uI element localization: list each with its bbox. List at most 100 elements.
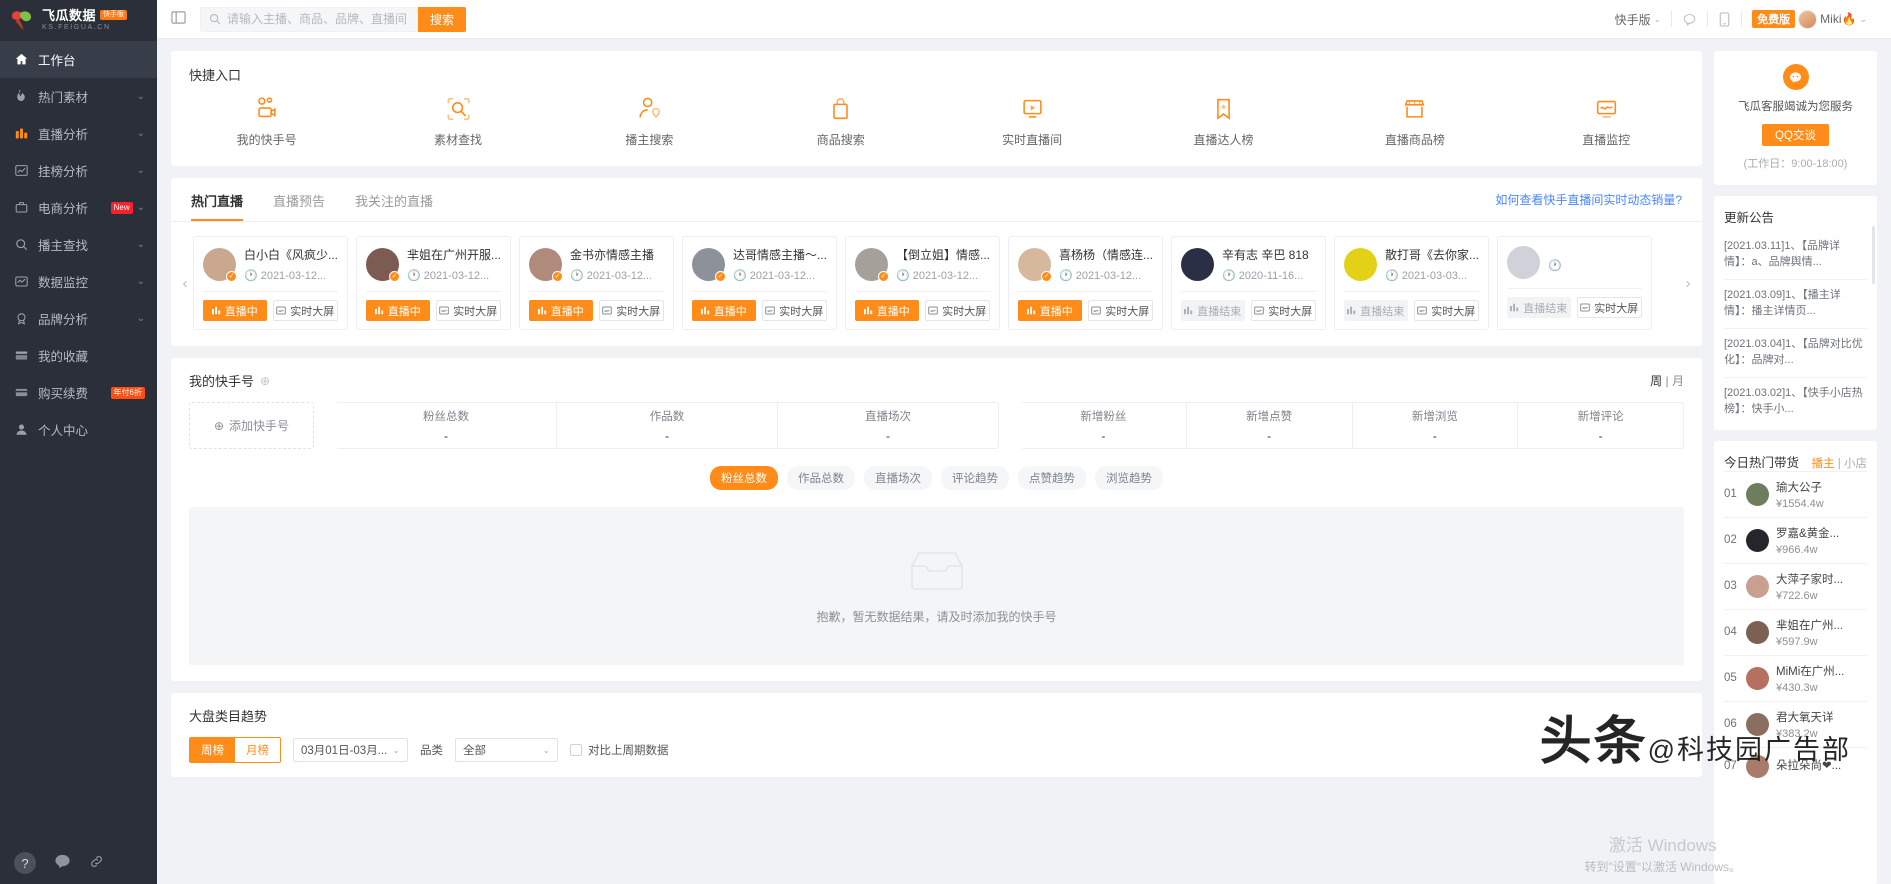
hot-seller-row[interactable]: 04 芈姐在广州... ¥597.9w — [1724, 608, 1867, 655]
add-kuaishou-account-button[interactable]: ⊕ 添加快手号 — [189, 402, 314, 449]
realtime-screen-button[interactable]: 实时大屏 — [1576, 297, 1642, 318]
stat-label: 新增评论 — [1577, 411, 1624, 423]
search-input[interactable] — [227, 12, 409, 26]
collapse-menu-icon[interactable] — [171, 10, 186, 29]
live-help-link[interactable]: 如何查看快手直播间实时动态销量? — [1495, 191, 1682, 208]
metric-chip[interactable]: 作品总数 — [787, 466, 855, 490]
live-status-button[interactable]: 直播中 — [855, 300, 919, 321]
trend-date-select[interactable]: 03月01日-03月... ⌄ — [293, 738, 408, 762]
tab-live-preview[interactable]: 直播预告 — [273, 191, 325, 221]
link-icon[interactable] — [89, 854, 104, 873]
trend-category-select[interactable]: 全部 ⌄ — [455, 738, 558, 762]
metric-chip[interactable]: 直播场次 — [864, 466, 932, 490]
quick-entry-anchor-search[interactable]: 播主搜索 — [554, 92, 745, 148]
quick-entry-material-search[interactable]: 素材查找 — [362, 92, 553, 148]
live-status-button[interactable]: 直播中 — [203, 300, 267, 321]
hot-seller-row[interactable]: 05 MiMi在广州... ¥430.3w — [1724, 654, 1867, 701]
tab-followed-live[interactable]: 我关注的直播 — [355, 191, 433, 221]
quick-entry-product-search[interactable]: 商品搜索 — [745, 92, 936, 148]
trend-month-option[interactable]: 月榜 — [235, 738, 280, 762]
live-card[interactable]: 🕐 直播结束 实时大屏 — [1497, 236, 1652, 330]
live-card[interactable]: ✓ 白小白《风疯少... 🕐 2021-03-12... 直播中 实时大屏 — [193, 236, 348, 330]
plus-circle-icon[interactable]: ⊕ — [260, 374, 270, 388]
realtime-screen-button[interactable]: 实时大屏 — [1250, 300, 1316, 321]
user-menu[interactable]: 免费版 Miki🔥 ⌄ — [1742, 9, 1877, 29]
mobile-icon[interactable] — [1708, 11, 1741, 27]
search-button[interactable]: 搜索 — [418, 6, 467, 32]
live-status-button[interactable]: 直播中 — [1018, 300, 1082, 321]
period-week[interactable]: 周 — [1650, 374, 1662, 388]
sidebar-item-purchase-renew[interactable]: 购买续费 年付6折 — [0, 374, 157, 411]
news-item[interactable]: [2021.03.09]1、【播主详情】：播主详情页... — [1724, 278, 1867, 328]
realtime-screen-button[interactable]: 实时大屏 — [924, 300, 990, 321]
metric-chip[interactable]: 评论趋势 — [941, 466, 1009, 490]
live-card[interactable]: ✓ 芈姐在广州开服... 🕐 2021-03-12... 直播中 实时大屏 — [356, 236, 511, 330]
realtime-screen-button[interactable]: 实时大屏 — [1087, 300, 1153, 321]
live-card-name: 白小白《风疯少... — [244, 248, 338, 262]
live-card[interactable]: ✓ 达哥情感主播～... 🕐 2021-03-12... 直播中 实时大屏 — [682, 236, 837, 330]
live-status-button[interactable]: 直播中 — [529, 300, 593, 321]
quick-entry-my-kuaishou[interactable]: 我的快手号 — [171, 92, 362, 148]
realtime-screen-button[interactable]: 实时大屏 — [1413, 300, 1479, 321]
period-month[interactable]: 月 — [1672, 374, 1684, 388]
hot-tab-anchor[interactable]: 播主 — [1812, 458, 1835, 470]
help-icon[interactable]: ? — [14, 852, 36, 874]
chevron-left-icon[interactable]: ‹ — [177, 275, 193, 292]
hot-sellers-tabs[interactable]: 播主 | 小店 — [1812, 455, 1867, 471]
live-status-button[interactable]: 直播结束 — [1181, 300, 1245, 321]
live-card[interactable]: 散打哥《去你家... 🕐 2021-03-03... 直播结束 实时大屏 — [1334, 236, 1489, 330]
tab-hot-live[interactable]: 热门直播 — [191, 191, 244, 221]
live-status-button[interactable]: 直播结束 — [1344, 300, 1408, 321]
live-status-button[interactable]: 直播中 — [692, 300, 756, 321]
live-status-button[interactable]: 直播中 — [366, 300, 430, 321]
live-card[interactable]: ✓ 喜杨杨（情感连... 🕐 2021-03-12... 直播中 实时大屏 — [1008, 236, 1163, 330]
hot-seller-row[interactable]: 02 罗嘉&黄金... ¥966.4w — [1724, 516, 1867, 563]
hot-tab-shop[interactable]: 小店 — [1844, 458, 1867, 470]
realtime-screen-button[interactable]: 实时大屏 — [761, 300, 827, 321]
sidebar-item-data-monitor[interactable]: 数据监控 ⌄ — [0, 263, 157, 300]
my-account-head: 我的快手号 ⊕ 周 | 月 — [171, 358, 1702, 390]
news-item[interactable]: [2021.03.02]1、【快手小店热榜】：快手小... — [1724, 376, 1867, 426]
sidebar-item-favorites[interactable]: 我的收藏 — [0, 337, 157, 374]
quick-entry-live-product-rank[interactable]: 直播商品榜 — [1319, 92, 1510, 148]
compare-checkbox[interactable] — [570, 744, 582, 756]
sidebar-item-ecommerce-analysis[interactable]: 电商分析 New ⌄ — [0, 189, 157, 226]
sidebar-item-hot-material[interactable]: 热门素材 ⌄ — [0, 78, 157, 115]
hot-seller-row[interactable]: 01 瑜大公子 ¥1554.4w — [1724, 470, 1867, 517]
hot-seller-row[interactable]: 07 朵拉朵尚❤... — [1724, 746, 1867, 785]
trend-week-option[interactable]: 周榜 — [190, 738, 235, 762]
sidebar-item-workbench[interactable]: 工作台 — [0, 41, 157, 78]
news-scrollbar[interactable] — [1872, 226, 1875, 284]
sidebar-item-live-analysis[interactable]: 直播分析 ⌄ — [0, 115, 157, 152]
sidebar-item-brand-analysis[interactable]: 品牌分析 ⌄ — [0, 300, 157, 337]
search-field[interactable] — [200, 6, 418, 32]
sidebar-item-rank-analysis[interactable]: 挂榜分析 ⌄ — [0, 152, 157, 189]
live-card[interactable]: ✓ 【倒立姐】情感... 🕐 2021-03-12... 直播中 实时大屏 — [845, 236, 1000, 330]
news-item[interactable]: [2021.03.04]1、【品牌对比优化】：品牌对... — [1724, 327, 1867, 377]
news-item[interactable]: [2021.03.11]1、【品牌详情】：a、品牌舆情... — [1724, 231, 1867, 279]
metric-chip[interactable]: 粉丝总数 — [710, 466, 778, 490]
live-card[interactable]: 辛有志 辛巴 818 🕐 2020-11-16... 直播结束 实时大屏 — [1171, 236, 1326, 330]
chat-icon[interactable] — [54, 853, 71, 874]
metric-chip[interactable]: 浏览趋势 — [1095, 466, 1163, 490]
realtime-screen-button[interactable]: 实时大屏 — [435, 300, 501, 321]
hot-seller-row[interactable]: 03 大萍子家时... ¥722.6w — [1724, 562, 1867, 609]
live-card[interactable]: ✓ 金书亦情感主播 🕐 2021-03-12... 直播中 实时大屏 — [519, 236, 674, 330]
realtime-screen-button[interactable]: 实时大屏 — [598, 300, 664, 321]
live-status-button[interactable]: 直播结束 — [1507, 297, 1571, 318]
realtime-screen-button[interactable]: 实时大屏 — [272, 300, 338, 321]
cloud-chat-icon[interactable] — [1672, 12, 1707, 27]
compare-checkbox-row[interactable]: 对比上周期数据 — [570, 742, 669, 758]
quick-entry-live-room[interactable]: 实时直播间 — [937, 92, 1128, 148]
qq-chat-button[interactable]: QQ交谈 — [1762, 124, 1829, 146]
sidebar-item-anchor-search[interactable]: 播主查找 ⌄ — [0, 226, 157, 263]
quick-entry-live-monitor[interactable]: 直播监控 — [1511, 92, 1702, 148]
sidebar-item-personal-center[interactable]: 个人中心 — [0, 411, 157, 448]
version-switcher[interactable]: 快手版 ⌄ — [1605, 11, 1672, 28]
chevron-right-icon[interactable]: › — [1680, 275, 1696, 292]
metric-chip[interactable]: 点赞趋势 — [1018, 466, 1086, 490]
period-toggle[interactable]: 周 | 月 — [1650, 372, 1684, 389]
quick-entry-live-star-rank[interactable]: 直播达人榜 — [1128, 92, 1319, 148]
hot-seller-row[interactable]: 06 君大氧天详 ¥383.2w — [1724, 700, 1867, 747]
brand-logo-area[interactable]: 飞瓜数据 快手版 KS.FEIGUA.CN — [0, 0, 157, 39]
